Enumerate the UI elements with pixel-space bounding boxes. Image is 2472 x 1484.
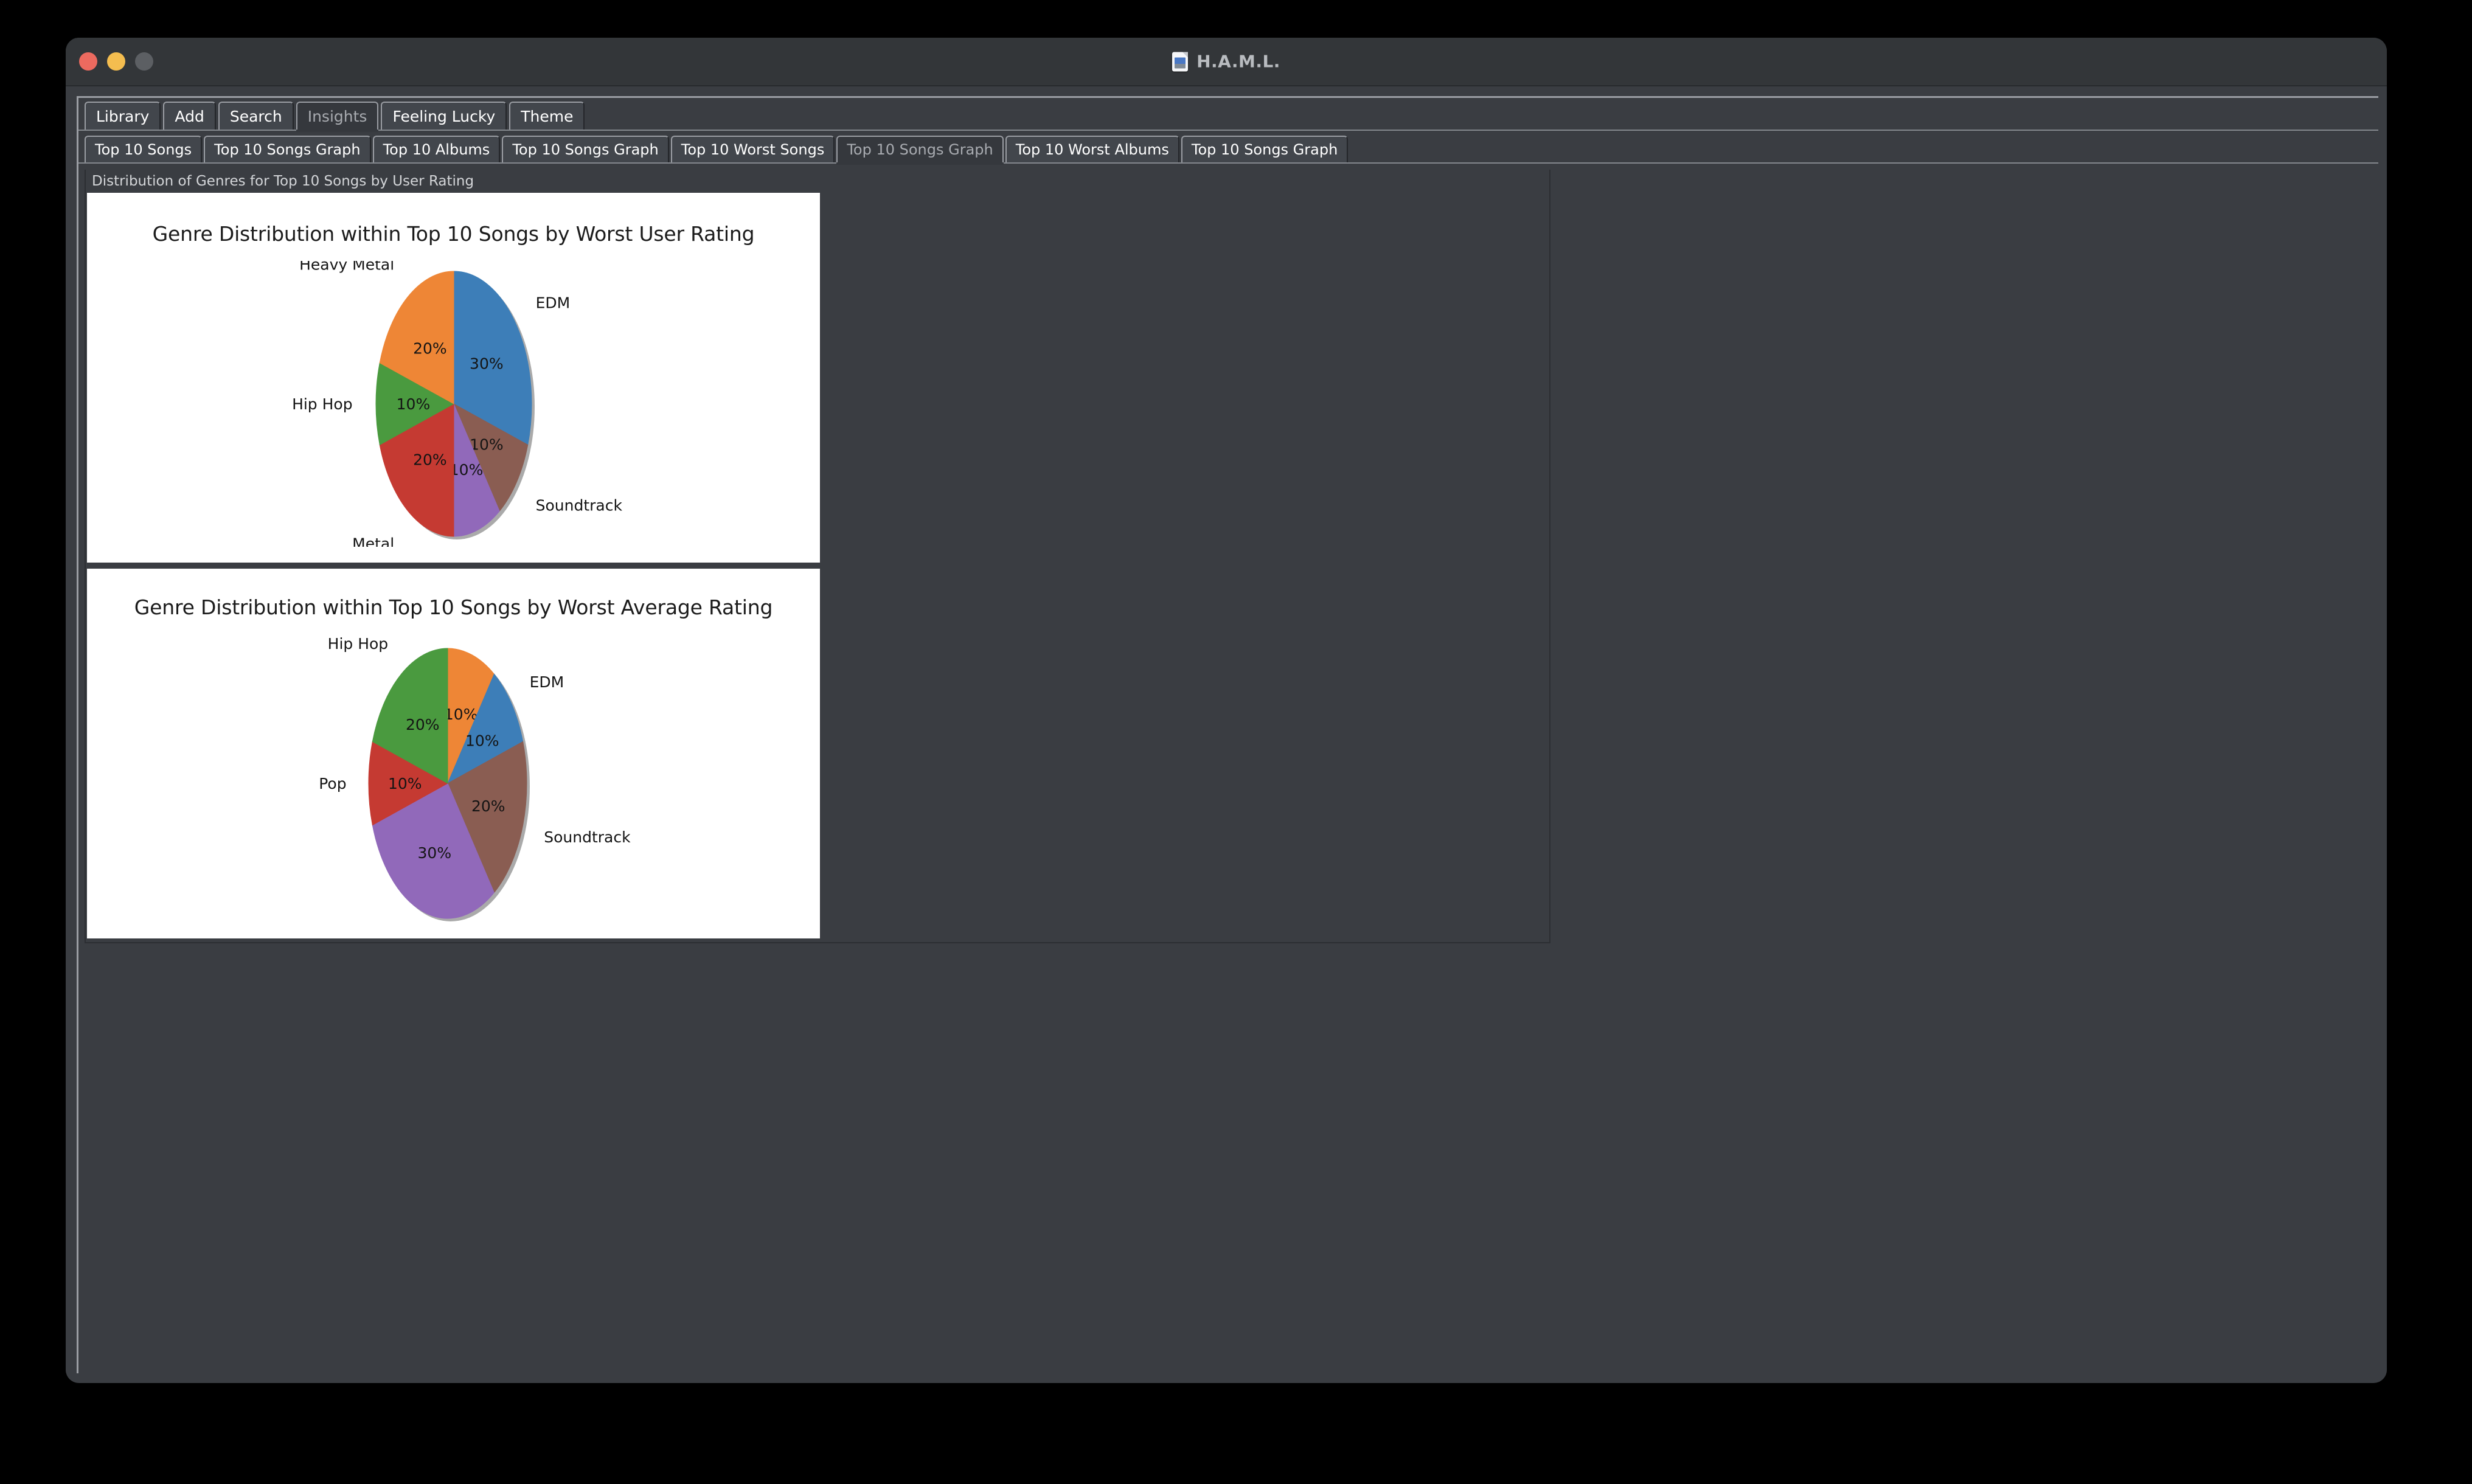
pie-chart-2-svg: 10%Heavy Metal10%EDM20%Soundtrack30%Rock… xyxy=(319,635,631,921)
pie-chart-card-user-rating: Genre Distribution within Top 10 Songs b… xyxy=(87,193,820,563)
pie-category-label-hip-hop: Hip Hop xyxy=(327,635,388,653)
pie-category-label-soundtrack: Soundtrack xyxy=(535,497,622,515)
content-area: Distribution of Genres for Top 10 Songs … xyxy=(78,164,2378,1371)
subtab-label: Top 10 Songs Graph xyxy=(214,141,361,158)
tab-label: Theme xyxy=(521,107,574,125)
section-label: Distribution of Genres for Top 10 Songs … xyxy=(92,173,474,189)
subtab-label: Top 10 Songs Graph xyxy=(1191,141,1338,158)
tab-3[interactable]: Insights xyxy=(296,102,379,132)
chart-title-1: Genre Distribution within Top 10 Songs b… xyxy=(152,222,755,246)
pie-slice-percent-heavy-metal: 10% xyxy=(443,706,477,723)
subtab-7[interactable]: Top 10 Songs Graph xyxy=(1181,136,1349,162)
tab-5[interactable]: Theme xyxy=(509,102,585,130)
pie-category-label-metal: Metal xyxy=(352,535,394,547)
pie-slice-percent-hip-hop: 20% xyxy=(405,716,439,733)
subtab-4[interactable]: Top 10 Worst Songs xyxy=(670,136,835,162)
tab-4[interactable]: Feeling Lucky xyxy=(381,102,507,130)
pie-category-label-edm: EDM xyxy=(535,294,570,311)
app-window: H.A.M.L. Library Add Search Insights Feeling… xyxy=(66,38,2387,1383)
pie-chart-card-average-rating: Genre Distribution within Top 10 Songs b… xyxy=(87,569,820,938)
pie-category-label-pop: Pop xyxy=(319,775,346,792)
pie-slice-percent-hip-hop: 10% xyxy=(396,395,430,413)
chart-title-2: Genre Distribution within Top 10 Songs b… xyxy=(134,595,773,619)
pie-chart-1: 30%EDM10%Soundtrack10%Pop20%Metal10%Hip … xyxy=(180,261,727,547)
subtab-2[interactable]: Top 10 Albums xyxy=(372,136,501,162)
pie-category-label-edm: EDM xyxy=(529,673,564,691)
subtab-3[interactable]: Top 10 Songs Graph xyxy=(502,136,669,162)
window-body: Library Add Search Insights Feeling Lucky The… xyxy=(66,86,2387,1382)
pie-chart-2: 10%Heavy Metal10%EDM20%Soundtrack30%Rock… xyxy=(180,634,727,926)
subtab-6[interactable]: Top 10 Worst Albums xyxy=(1005,136,1179,162)
tab-label: Insights xyxy=(307,107,367,125)
tab-label: Search xyxy=(229,107,282,125)
sub-tab-bar: Top 10 Songs Top 10 Songs Graph Top 10 Alb… xyxy=(78,132,2378,165)
document-icon xyxy=(1172,52,1189,71)
pie-slice-percent-heavy-metal: 20% xyxy=(413,339,447,357)
title-bar: H.A.M.L. xyxy=(66,38,2387,86)
tab-label: Add xyxy=(175,107,204,125)
subtab-0[interactable]: Top 10 Songs xyxy=(85,136,203,162)
pie-slice-percent-soundtrack: 10% xyxy=(470,436,504,454)
subtab-label: Top 10 Albums xyxy=(383,141,490,158)
subtab-1[interactable]: Top 10 Songs Graph xyxy=(204,136,371,162)
pie-category-label-heavy-metal: Heavy Metal xyxy=(299,261,394,274)
pie-slice-percent-metal: 20% xyxy=(413,451,447,469)
pie-slice-percent-pop: 10% xyxy=(449,461,483,479)
pie-slice-percent-edm: 30% xyxy=(470,355,504,372)
subtab-label: Top 10 Songs Graph xyxy=(512,141,659,158)
pie-slice-percent-pop: 10% xyxy=(388,775,422,792)
subtab-label: Top 10 Worst Albums xyxy=(1015,141,1169,158)
graph-scroll-frame[interactable]: Distribution of Genres for Top 10 Songs … xyxy=(85,170,1550,943)
subtab-label: Top 10 Songs xyxy=(95,141,192,158)
pie-slice-percent-rock: 30% xyxy=(417,844,451,862)
subtab-label: Top 10 Worst Songs xyxy=(681,141,825,158)
tab-2[interactable]: Search xyxy=(218,102,294,130)
tab-1[interactable]: Add xyxy=(163,102,216,130)
pie-category-label-soundtrack: Soundtrack xyxy=(544,828,631,846)
subtab-5[interactable]: Top 10 Songs Graph xyxy=(836,136,1004,165)
tab-0[interactable]: Library xyxy=(85,102,161,130)
pie-category-label-hip-hop: Hip Hop xyxy=(292,395,353,413)
pie-chart-1-svg: 30%EDM10%Soundtrack10%Pop20%Metal10%Hip … xyxy=(292,261,622,547)
pie-slice-percent-soundtrack: 20% xyxy=(471,797,505,815)
tab-label: Feeling Lucky xyxy=(392,107,496,125)
figure-stack: Genre Distribution within Top 10 Songs b… xyxy=(87,193,820,938)
inner-panel: Library Add Search Insights Feeling Lucky The… xyxy=(77,96,2378,1373)
tab-label: Library xyxy=(96,107,150,125)
window-title-group: H.A.M.L. xyxy=(66,52,2387,72)
pie-slice-percent-edm: 10% xyxy=(465,732,499,750)
subtab-label: Top 10 Songs Graph xyxy=(847,141,993,158)
window-title: H.A.M.L. xyxy=(1196,51,1280,72)
main-tab-bar: Library Add Search Insights Feeling Lucky The… xyxy=(78,98,2378,132)
